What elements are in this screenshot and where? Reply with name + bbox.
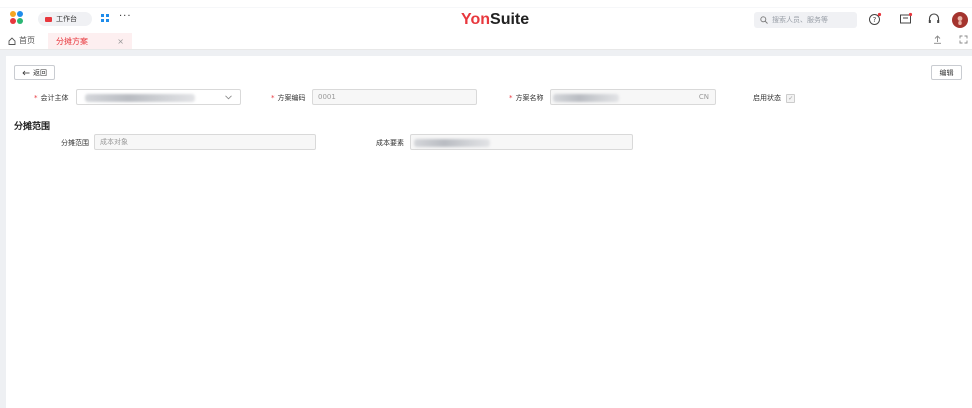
tab-allocation-scheme[interactable]: 分摊方案 ×	[48, 33, 132, 49]
edit-button[interactable]: 编辑	[931, 65, 962, 80]
scheme-code-value: 0001	[318, 93, 336, 101]
required-mark: *	[271, 94, 275, 102]
redacted-value	[85, 94, 195, 102]
scheme-code-field[interactable]: 0001	[312, 89, 477, 105]
tab-home[interactable]: 首页	[8, 35, 35, 46]
app-logo-icon[interactable]	[10, 11, 24, 25]
enabled-status-label: 启用状态 ✓	[753, 93, 796, 103]
home-icon	[8, 36, 16, 45]
fullscreen-icon[interactable]	[959, 35, 968, 47]
edit-label: 编辑	[939, 68, 954, 77]
content-panel	[6, 56, 972, 408]
allocation-range-field[interactable]: 成本对象	[94, 134, 316, 150]
brand-logo: YonSuite	[461, 11, 529, 29]
allocation-range-label: 分摊范围	[61, 139, 89, 147]
apps-grid-icon[interactable]	[101, 14, 110, 23]
required-mark: *	[34, 94, 38, 102]
svg-text:?: ?	[873, 16, 877, 24]
more-menu-button[interactable]: ···	[119, 11, 132, 22]
enabled-status-text: 启用状态	[753, 94, 781, 102]
back-arrow-icon	[22, 70, 30, 75]
chevron-down-icon	[225, 95, 232, 100]
redacted-value	[414, 139, 490, 147]
accounting-entity-select[interactable]	[76, 89, 241, 105]
upload-icon[interactable]	[933, 35, 942, 47]
accounting-entity-text: 会计主体	[40, 94, 69, 102]
check-icon: ✓	[786, 93, 796, 103]
scheme-name-label: * 方案名称	[509, 93, 544, 103]
tab-close-icon[interactable]: ×	[117, 37, 124, 46]
required-mark: *	[509, 94, 513, 102]
cost-element-field[interactable]	[410, 134, 633, 150]
global-search-input[interactable]: 搜索人员、服务等	[754, 12, 857, 28]
allocation-range-placeholder: 成本对象	[100, 138, 128, 146]
user-avatar[interactable]	[952, 12, 968, 28]
scheme-code-text: 方案编码	[277, 94, 306, 102]
workbench-label: 工作台	[56, 15, 77, 23]
scheme-name-field[interactable]: CN	[550, 89, 716, 105]
back-button[interactable]: 返回	[14, 65, 55, 80]
tab-bar	[0, 33, 972, 50]
brand-suite: Suite	[490, 11, 530, 28]
headset-icon[interactable]	[927, 12, 941, 26]
workbench-button[interactable]: 工作台	[38, 12, 92, 26]
scheme-name-text: 方案名称	[515, 94, 544, 102]
help-icon[interactable]: ?	[868, 12, 882, 26]
browser-strip	[0, 0, 972, 7]
scheme-code-label: * 方案编码	[271, 93, 306, 103]
message-icon[interactable]	[899, 12, 913, 26]
tab-home-label: 首页	[19, 36, 35, 45]
search-icon	[760, 16, 768, 24]
accounting-entity-label: * 会计主体	[34, 93, 69, 103]
language-suffix: CN	[698, 93, 709, 101]
search-placeholder: 搜索人员、服务等	[772, 16, 828, 24]
back-label: 返回	[33, 68, 47, 77]
section-title: 分摊范围	[14, 122, 51, 132]
cost-element-label: 成本要素	[376, 139, 404, 147]
workbench-icon	[45, 16, 52, 22]
tab-active-label: 分摊方案	[56, 36, 88, 46]
brand-yon: Yon	[461, 11, 491, 28]
redacted-value	[553, 94, 619, 102]
